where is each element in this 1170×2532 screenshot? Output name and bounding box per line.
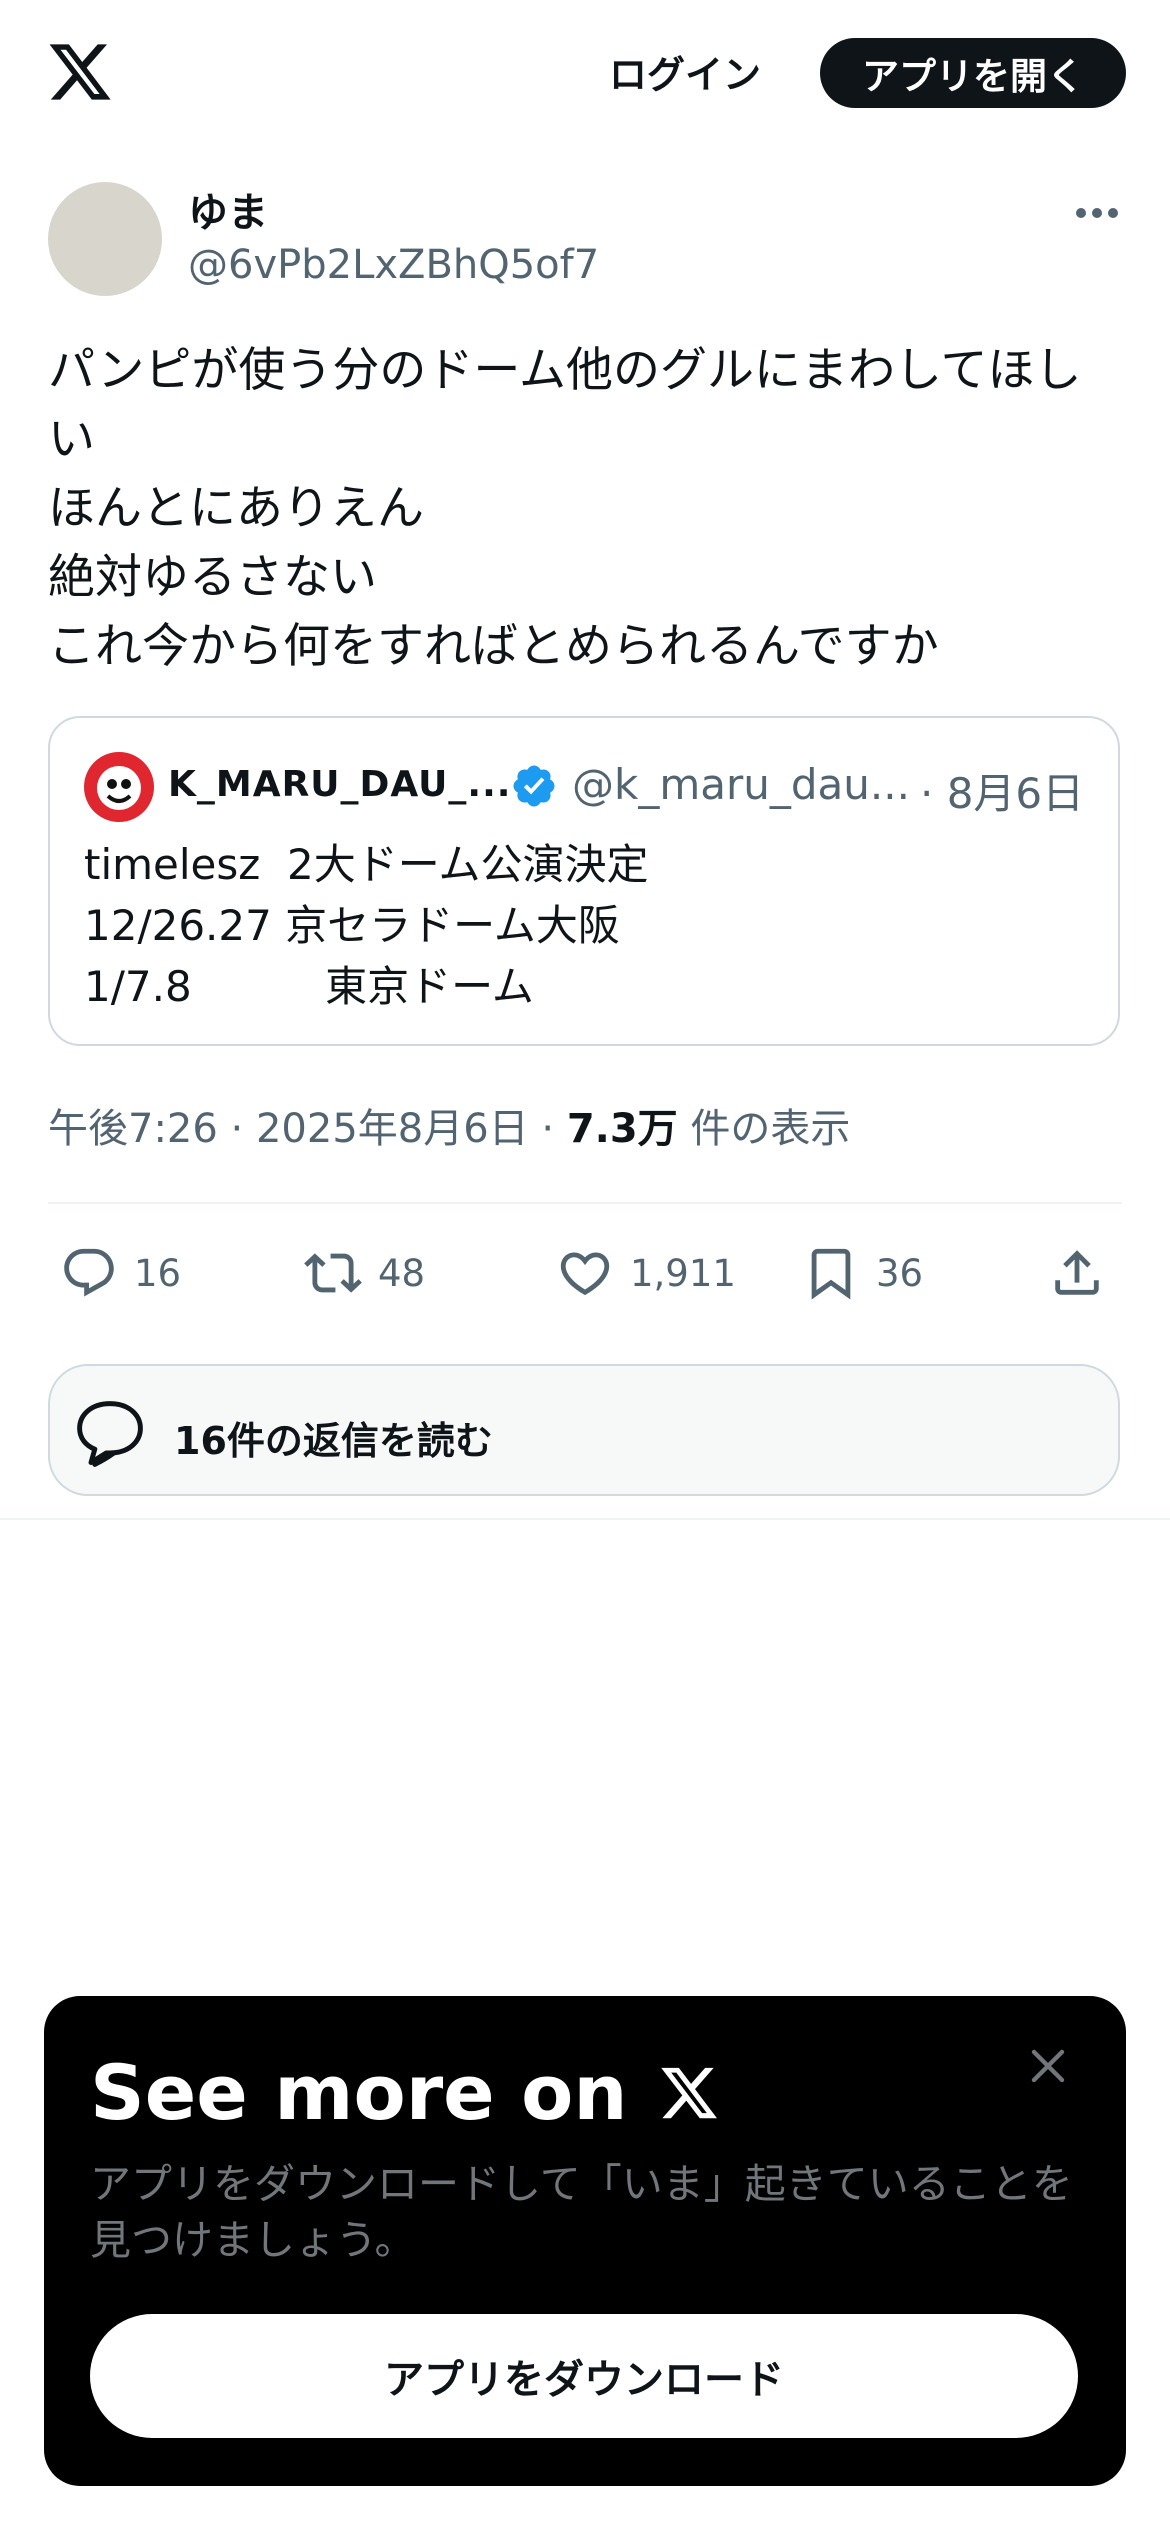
quote-display-name[interactable]: K_MARU_DAU_... [168,764,511,805]
repost-icon [304,1253,362,1293]
quote-date[interactable]: · 8月6日 [920,760,1084,821]
login-button[interactable]: ログイン [590,36,780,106]
tweet-timestamp[interactable]: 午後7:26 · 2025年8月6日 · [48,1106,567,1152]
quoted-tweet[interactable]: K_MARU_DAU_... @k_maru_dau... · 8月6日 tim… [48,716,1120,1046]
repost-button[interactable]: 48 [304,1240,425,1306]
close-icon[interactable] [1024,2042,1072,2090]
page-divider [0,1518,1170,1520]
more-icon[interactable] [1066,188,1128,238]
bookmark-count: 36 [876,1251,924,1295]
like-count: 1,911 [630,1251,736,1295]
sheet-title: See more on [90,2048,720,2137]
quote-avatar[interactable] [84,752,154,822]
like-icon [560,1252,610,1296]
sheet-description: アプリをダウンロードして「いま」起きていることを見つけましょう。 [90,2160,1073,2264]
reply-icon [64,1248,114,1297]
share-icon [1055,1250,1099,1295]
open-app-button[interactable]: アプリを開く [820,38,1126,108]
divider [48,1202,1122,1204]
share-button[interactable] [1048,1240,1122,1306]
quote-text: timelesz 2大ドーム公演決定 12/26.27 京セラドーム大阪 1/7… [84,840,649,1011]
views-label: 件の表示 [677,1106,851,1152]
download-app-button[interactable]: アプリをダウンロード [90,2314,1078,2438]
quote-handle[interactable]: @k_maru_dau... [572,760,910,809]
bookmark-icon [811,1248,851,1300]
verified-icon [510,762,558,810]
conversation-icon [72,1396,148,1472]
author-display-name[interactable]: ゆま [188,180,268,238]
repost-count: 48 [378,1251,426,1295]
tweet-text: パンピが使う分のドーム他のグルにまわしてほしい ほんとにありえん 絶対ゆるさない… [48,343,1082,674]
app-promo-sheet: See more on アプリをダウンロードして「いま」起きていることを見つけま… [44,1996,1126,2486]
bookmark-button[interactable]: 36 [802,1240,923,1306]
x-logo-icon [660,2067,717,2118]
x-logo-icon[interactable] [44,38,116,106]
views-count: 7.3万 [566,1106,678,1152]
read-replies-button[interactable]: 16件の返信を読む [48,1364,1120,1496]
like-button[interactable]: 1,911 [556,1240,736,1306]
tweet-meta: 午後7:26 · 2025年8月6日 · 7.3万 件の表示 [48,1096,850,1154]
read-replies-label: 16件の返信を読む [174,1419,493,1463]
reply-button[interactable]: 16 [60,1240,181,1306]
avatar[interactable] [48,182,162,296]
sheet-title-text: See more on [90,2048,628,2137]
reply-count: 16 [134,1251,182,1295]
author-handle[interactable]: @6vPb2LxZBhQ5of7 [188,242,599,288]
